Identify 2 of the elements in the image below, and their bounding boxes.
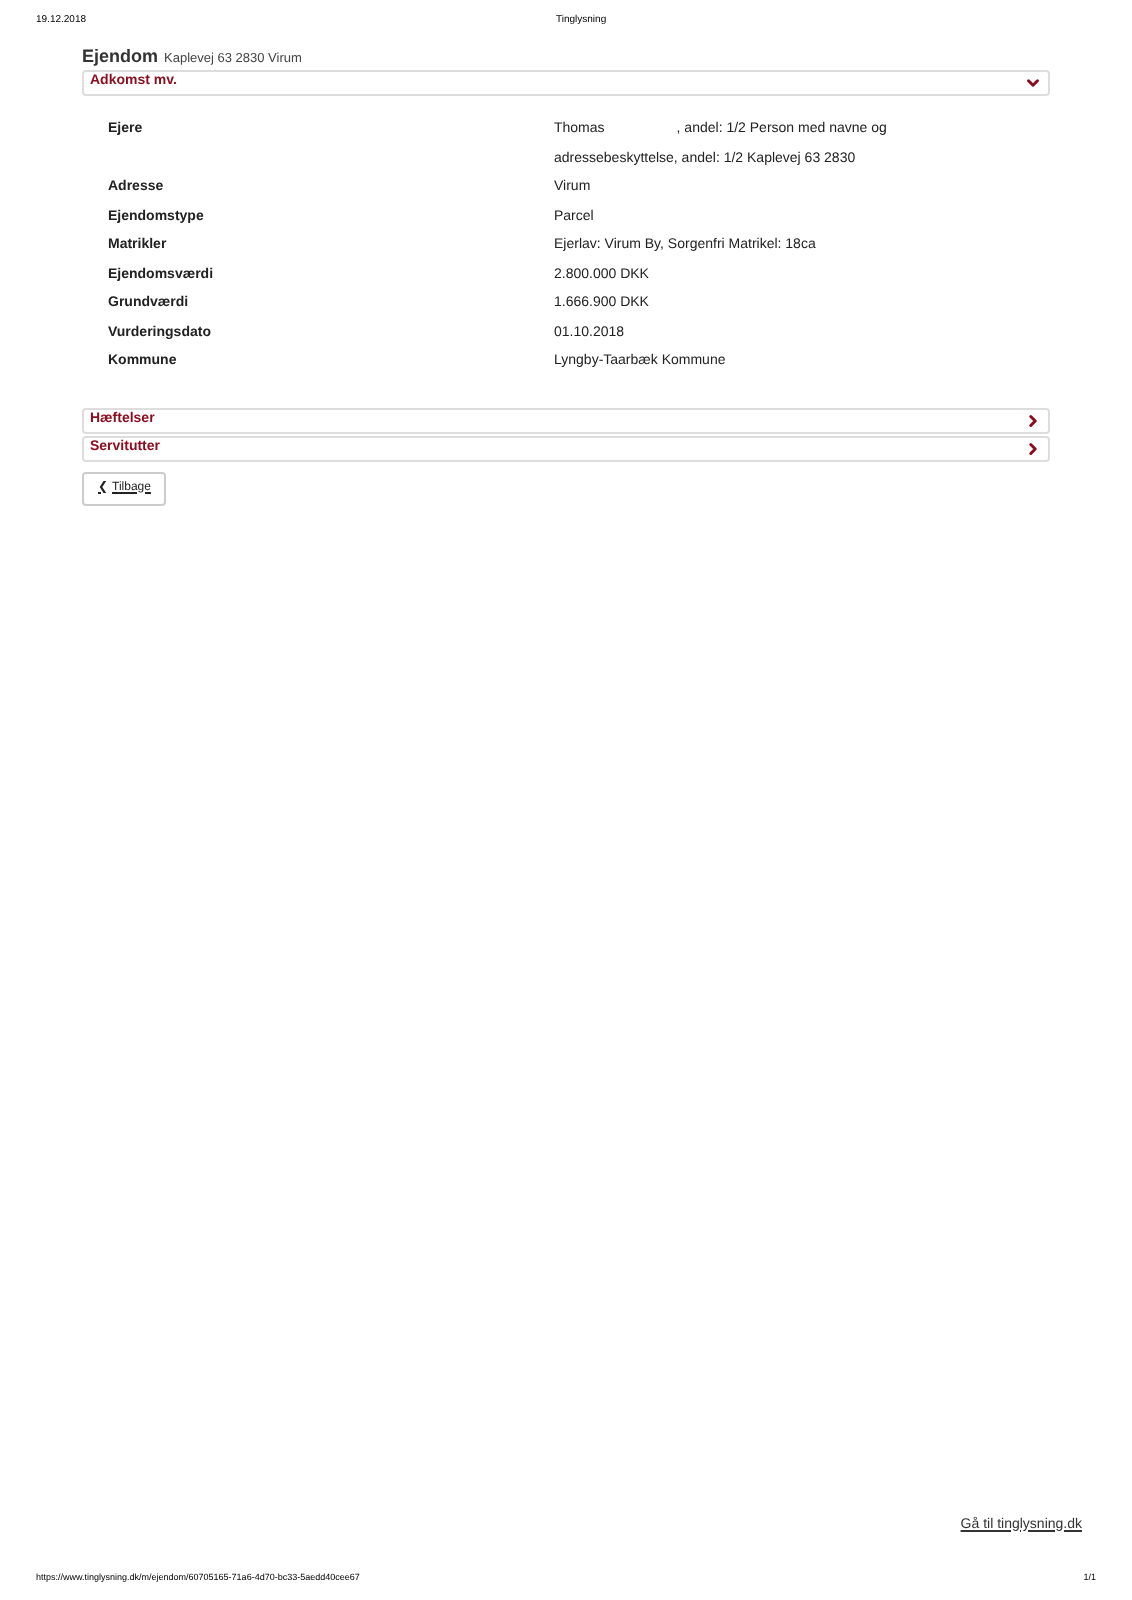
page-heading: Ejendom: [82, 44, 159, 70]
chevron-down-icon: [1024, 74, 1042, 92]
